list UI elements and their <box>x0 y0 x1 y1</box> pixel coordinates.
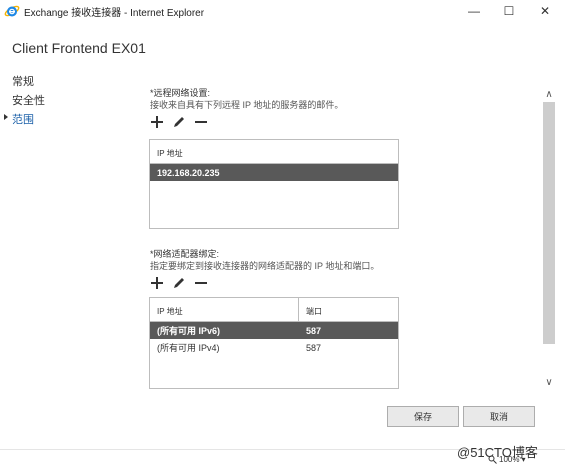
remote-network-description: 接收来自具有下列远程 IP 地址的服务器的邮件。 <box>150 100 344 110</box>
minus-icon[interactable] <box>194 276 208 290</box>
nav-item-security[interactable]: 安全性 <box>12 92 45 108</box>
plus-icon[interactable] <box>150 276 164 290</box>
pencil-icon[interactable] <box>172 276 186 290</box>
nav-item-general[interactable]: 常规 <box>12 73 34 89</box>
ip-address-cell: (所有可用 IPv4) <box>157 343 220 353</box>
list-header: IP 地址 <box>150 140 398 164</box>
internet-explorer-icon <box>4 5 20 17</box>
table-row[interactable]: (所有可用 IPv6) 587 <box>150 322 398 339</box>
adapter-bindings-toolbar <box>150 276 208 290</box>
ip-address-cell: (所有可用 IPv6) <box>157 326 221 336</box>
window-title: Exchange 接收连接器 - Internet Explorer <box>24 8 205 19</box>
ip-address-column-header[interactable]: IP 地址 <box>150 140 183 163</box>
remote-ip-list[interactable]: IP 地址 192.168.20.235 <box>149 139 399 229</box>
port-column-header[interactable]: 端口 <box>299 298 322 321</box>
scroll-up-arrow-icon[interactable]: ∧ <box>541 88 557 102</box>
chevron-down-icon: ▾ <box>521 455 526 464</box>
selected-arrow-icon <box>4 114 8 120</box>
nav-item-scope[interactable]: 范围 <box>12 111 34 127</box>
zoom-level: 100% <box>499 455 520 464</box>
port-cell: 587 <box>306 342 322 353</box>
table-row[interactable]: (所有可用 IPv4) 587 <box>150 339 398 356</box>
ip-address-cell: 192.168.20.235 <box>157 167 220 178</box>
plus-icon[interactable] <box>150 115 164 129</box>
save-button[interactable]: 保存 <box>387 406 459 427</box>
remote-network-toolbar <box>150 115 208 129</box>
cancel-button[interactable]: 取消 <box>463 406 535 427</box>
page-title: Client Frontend EX01 <box>12 40 146 56</box>
pencil-icon[interactable] <box>172 115 186 129</box>
scroll-down-arrow-icon[interactable]: ∨ <box>541 376 557 390</box>
close-icon: ✕ <box>539 4 551 18</box>
minus-icon[interactable] <box>194 115 208 129</box>
maximize-button[interactable]: ☐ <box>494 0 524 22</box>
port-cell: 587 <box>306 325 322 336</box>
scroll-thumb[interactable] <box>543 102 555 344</box>
ip-address-column-header[interactable]: IP 地址 <box>150 298 299 321</box>
list-header: IP 地址 端口 <box>150 298 398 322</box>
title-bar: Exchange 接收连接器 - Internet Explorer — ☐ ✕ <box>0 0 565 22</box>
vertical-scrollbar[interactable]: ∧ ∨ <box>541 86 557 393</box>
maximize-icon: ☐ <box>503 4 515 18</box>
close-button[interactable]: ✕ <box>530 0 560 22</box>
zoom-control[interactable]: 100% ▾ <box>488 455 525 464</box>
adapter-bindings-list[interactable]: IP 地址 端口 (所有可用 IPv6) 587 (所有可用 IPv4) 587 <box>149 297 399 389</box>
minimize-button[interactable]: — <box>459 0 489 22</box>
adapter-bindings-description: 指定要绑定到接收连接器的网络适配器的 IP 地址和端口。 <box>150 261 380 271</box>
minimize-icon: — <box>468 4 480 18</box>
magnifier-icon <box>488 455 497 464</box>
table-row[interactable]: 192.168.20.235 <box>150 164 398 181</box>
